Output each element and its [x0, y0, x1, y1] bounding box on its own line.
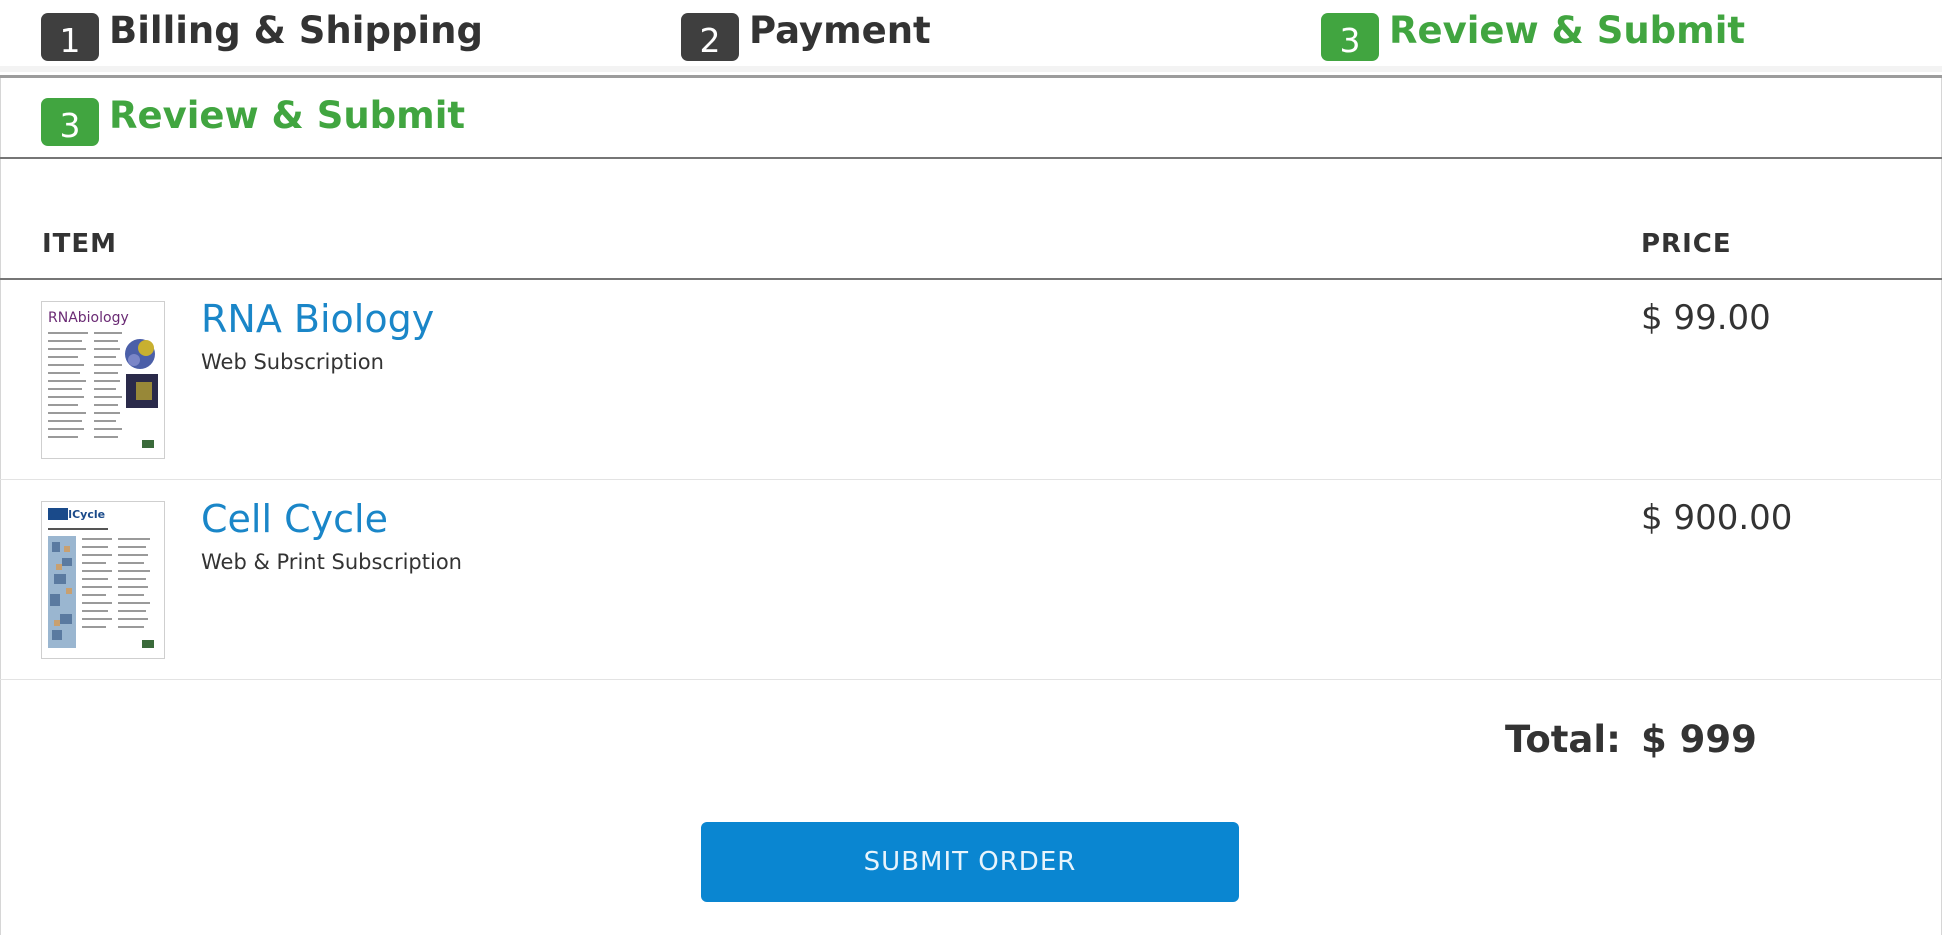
step-number-badge: 2: [681, 13, 739, 61]
total-value: $ 999: [1641, 718, 1757, 761]
column-header-item: ITEM: [42, 229, 118, 259]
cover-title-text: CellCycle: [49, 508, 105, 521]
section-title: 3 Review & Submit: [41, 94, 465, 146]
product-title-link[interactable]: Cell Cycle: [201, 497, 388, 541]
step-label: Payment: [749, 9, 931, 52]
section-title-label: Review & Submit: [109, 94, 466, 137]
item-price: $ 900.00: [1641, 498, 1793, 538]
item-price: $ 99.00: [1641, 298, 1771, 338]
rna-biology-cover-thumbnail[interactable]: RNAbiology: [41, 301, 165, 459]
order-table-header: ITEM PRICE: [0, 159, 1942, 280]
table-row: RNAbiology RNA Biology Web Subscription …: [0, 280, 1942, 480]
step-payment[interactable]: 2 Payment: [681, 9, 931, 61]
column-header-price: PRICE: [1641, 229, 1732, 259]
total-label: Total:: [1505, 718, 1621, 761]
step-number-badge: 3: [1321, 13, 1379, 61]
submit-order-button[interactable]: SUBMIT ORDER: [701, 822, 1239, 902]
step-number-badge: 3: [41, 98, 99, 146]
cover-title-text: RNAbiology: [48, 310, 129, 326]
step-label: Review & Submit: [1389, 9, 1746, 52]
table-row: CellCycle Cell Cycle Web & Print Subscri…: [0, 480, 1942, 680]
step-label: Billing & Shipping: [109, 9, 483, 52]
section-heading: 3 Review & Submit: [0, 78, 1942, 159]
product-title-link[interactable]: RNA Biology: [201, 297, 434, 341]
step-review-submit[interactable]: 3 Review & Submit: [1321, 9, 1745, 61]
cell-cycle-cover-thumbnail[interactable]: CellCycle: [41, 501, 165, 659]
step-number-badge: 1: [41, 13, 99, 61]
step-billing-shipping[interactable]: 1 Billing & Shipping: [41, 9, 483, 61]
subscription-type: Web & Print Subscription: [201, 550, 462, 574]
subscription-type: Web Subscription: [201, 350, 384, 374]
checkout-steps: 1 Billing & Shipping 2 Payment 3 Review …: [0, 0, 1942, 78]
